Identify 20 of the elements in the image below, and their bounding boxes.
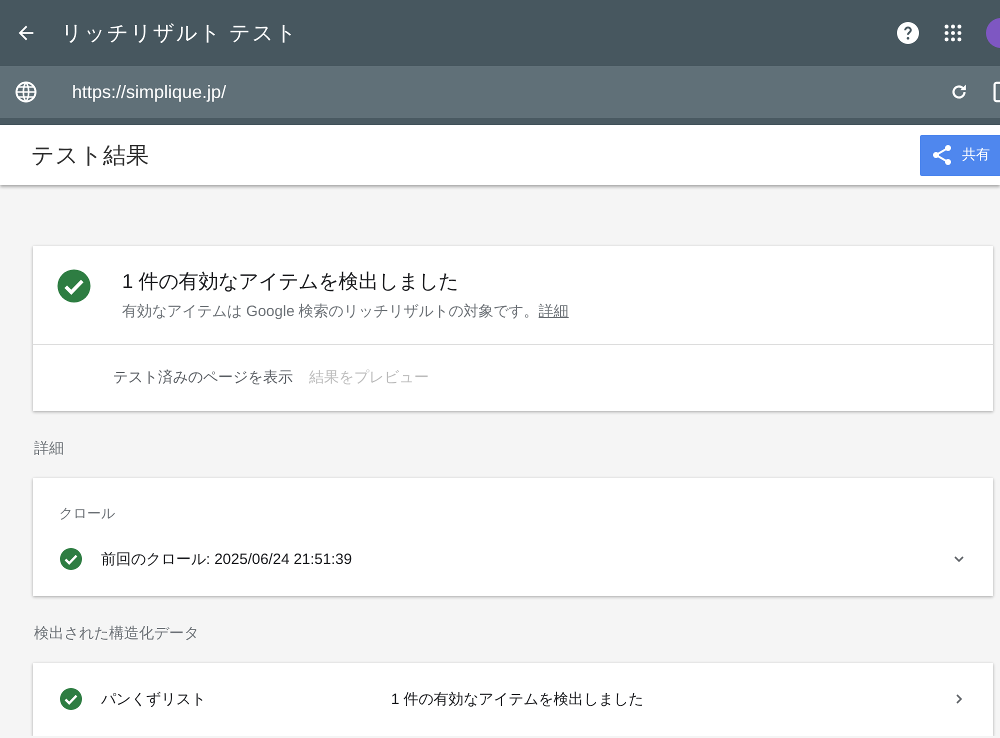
section-heading: 検出された構造化データ (33, 624, 200, 644)
section-heading: 詳細 (33, 439, 65, 459)
row-label: パンくずリスト (101, 690, 206, 708)
result-row[interactable]: パンくずリスト 1 件の有効なアイテムを検出しました (33, 669, 993, 736)
apps-grid-icon[interactable] (942, 22, 964, 44)
app-title: リッチリザルト テスト (61, 21, 298, 47)
help-icon[interactable] (896, 21, 920, 45)
share-button[interactable]: 共有 (920, 134, 1000, 176)
row-status: 1 件の有効なアイテムを検出しました (391, 690, 644, 708)
globe-icon (14, 80, 38, 104)
share-icon (930, 143, 954, 167)
page-title: テスト結果 (31, 140, 150, 170)
action-button[interactable]: テスト済みのページを表示 (113, 365, 293, 389)
result-row[interactable]: 前回のクロール: 2025/06/24 21:51:39 (33, 529, 993, 596)
row-label: 前回のクロール: 2025/06/24 21:51:39 (101, 550, 352, 568)
summary-description: 有効なアイテムは Google 検索のリッチリザルトの対象です。詳細 (122, 302, 569, 321)
details-link[interactable]: 詳細 (538, 303, 569, 320)
summary-title: 1 件の有効なアイテムを検出しました (122, 270, 460, 295)
card-title: クロール (58, 504, 116, 523)
url-text: https://simplique.jp/ (72, 82, 226, 102)
